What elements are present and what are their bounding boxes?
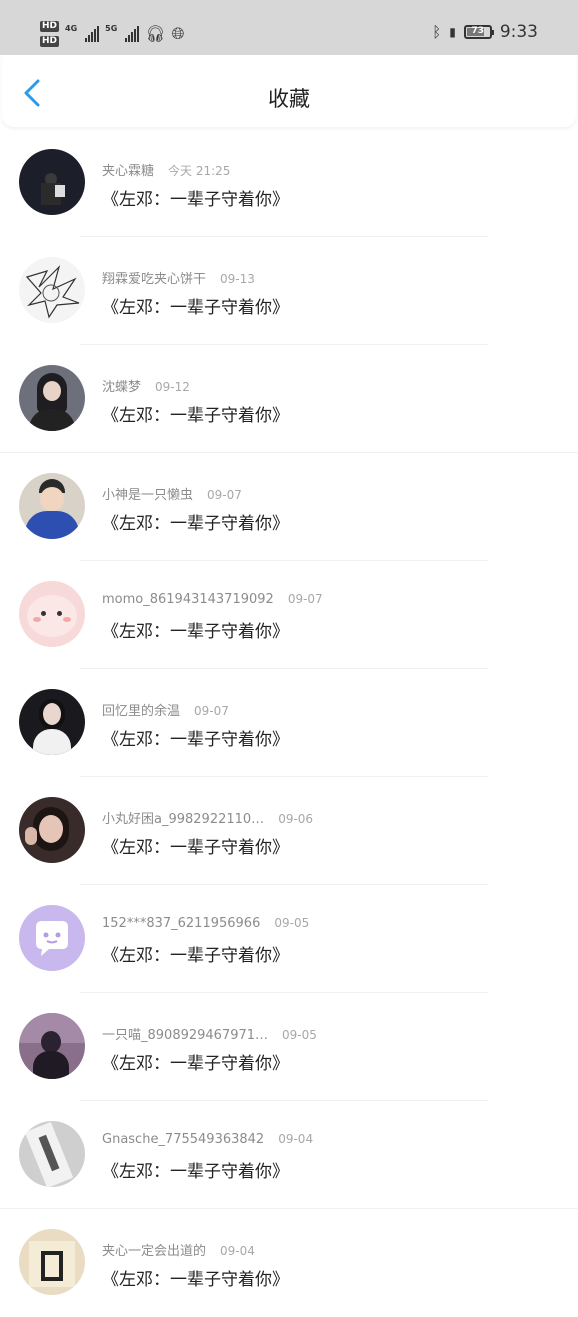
timestamp: 09-07	[194, 704, 229, 718]
timestamp: 09-07	[287, 592, 323, 606]
item-meta: 小丸好困a_9982922110… 09-06	[102, 808, 313, 827]
item-meta: 小神是一只懒虫 09-07	[102, 484, 242, 503]
avatar[interactable]	[19, 689, 85, 755]
item-meta: 夹心一定会出道的 09-04	[102, 1240, 255, 1259]
list-item[interactable]: 回忆里的余温 09-07 《左邓：一辈子守着你》	[0, 669, 578, 777]
list-item[interactable]: 小丸好困a_9982922110… 09-06 《左邓：一辈子守着你》	[0, 777, 578, 885]
avatar[interactable]	[19, 365, 85, 431]
item-title[interactable]: 《左邓：一辈子守着你》	[102, 725, 289, 750]
avatar[interactable]	[19, 905, 85, 971]
timestamp: 09-12	[155, 380, 190, 394]
status-bar: HD HD 4G 5G 🎧︎ 🌐︎ ᛒ ▮ 73 9:33	[0, 0, 578, 55]
item-title[interactable]: 《左邓：一辈子守着你》	[102, 833, 289, 858]
item-meta: 沈蝶梦 09-12	[102, 376, 190, 395]
timestamp: 09-05	[282, 1028, 317, 1042]
timestamp: 09-06	[278, 812, 314, 826]
avatar[interactable]	[19, 149, 85, 215]
username: 沈蝶梦	[102, 380, 142, 395]
username: 152***837_6211956966	[102, 916, 261, 931]
item-title[interactable]: 《左邓：一辈子守着你》	[102, 1049, 289, 1074]
item-meta: 152***837_6211956966 09-05	[102, 916, 309, 931]
bluetooth-icon: ᛒ	[432, 23, 442, 41]
list-item[interactable]: 沈蝶梦 09-12 《左邓：一辈子守着你》	[0, 345, 578, 453]
list-item[interactable]: 一只喵_8908929467971… 09-05 《左邓：一辈子守着你》	[0, 993, 578, 1101]
battery-saver-icon: ▮	[449, 25, 456, 39]
item-meta: momo_86194314371909​2 09-07	[102, 592, 323, 607]
battery-level: 73	[471, 26, 485, 36]
signal-icon	[85, 26, 100, 42]
username: 一只喵_8908929467971…	[102, 1028, 269, 1043]
item-title[interactable]: 《左邓：一辈子守着你》	[102, 185, 289, 210]
network-type: 5G	[105, 23, 118, 33]
status-left: HD HD 4G 5G 🎧︎ 🌐︎	[40, 16, 184, 52]
battery-icon: 73	[463, 25, 494, 39]
list-item[interactable]: 夹心霖糖 今天 21:25 《左邓：一辈子守着你》	[0, 129, 578, 237]
timestamp: 今天 21:25	[168, 164, 231, 178]
item-title[interactable]: 《左邓：一辈子守着你》	[102, 293, 289, 318]
list-item[interactable]: 152***837_6211956966 09-05 《左邓：一辈子守着你》	[0, 885, 578, 993]
item-title[interactable]: 《左邓：一辈子守着你》	[102, 401, 289, 426]
item-meta: 一只喵_8908929467971… 09-05	[102, 1024, 317, 1043]
list-item[interactable]: 翔霖爱吃夹心饼干 09-13 《左邓：一辈子守着你》	[0, 237, 578, 345]
username: Gnasche_775549363842	[102, 1132, 265, 1147]
username: momo_86194314371909​2	[102, 592, 274, 607]
favorites-list: 夹心霖糖 今天 21:25 《左邓：一辈子守着你》 翔霖爱吃夹心饼干 09-13 《…	[0, 129, 578, 1317]
timestamp: 09-05	[274, 916, 310, 930]
list-item[interactable]: 夹心一定会出道的 09-04 《左邓：一辈子守着你》	[0, 1209, 578, 1317]
globe-icon: 🌐︎	[171, 24, 185, 43]
page-title: 收藏	[268, 87, 310, 111]
signal-icon	[125, 26, 140, 42]
list-item[interactable]: 小神是一只懒虫 09-07 《左邓：一辈子守着你》	[0, 453, 578, 561]
item-title[interactable]: 《左邓：一辈子守着你》	[102, 1157, 289, 1182]
username: 小丸好困a_9982922110…	[102, 812, 265, 827]
avatar[interactable]	[19, 797, 85, 863]
timestamp: 09-07	[207, 488, 242, 502]
item-meta: 夹心霖糖 今天 21:25	[102, 160, 230, 179]
avatar[interactable]	[19, 257, 85, 323]
username: 小神是一只懒虫	[102, 488, 194, 503]
item-meta: 翔霖爱吃夹心饼干 09-13	[102, 268, 255, 287]
hd-indicators: HD HD	[40, 21, 60, 47]
hd-badge: HD	[40, 36, 60, 47]
avatar[interactable]	[19, 473, 85, 539]
item-meta: Gnasche_775549363842 09-04	[102, 1132, 313, 1147]
username: 翔霖爱吃夹心饼干	[102, 272, 207, 287]
status-right: ᛒ ▮ 73 9:33	[432, 22, 538, 42]
item-meta: 回忆里的余温 09-07	[102, 700, 229, 719]
timestamp: 09-04	[220, 1244, 255, 1258]
hd-badge: HD	[40, 21, 60, 32]
username: 夹心霖糖	[102, 164, 155, 179]
list-item[interactable]: Gnasche_775549363842 09-04 《左邓：一辈子守着你》	[0, 1101, 578, 1209]
app-header: 收藏	[2, 55, 576, 127]
chat-bubble-icon	[36, 921, 68, 956]
clock: 9:33	[499, 22, 538, 42]
avatar[interactable]	[19, 581, 85, 647]
item-title[interactable]: 《左邓：一辈子守着你》	[102, 509, 289, 534]
list-item[interactable]: momo_86194314371909​2 09-07 《左邓：一辈子守着你》	[0, 561, 578, 669]
item-title[interactable]: 《左邓：一辈子守着你》	[102, 941, 289, 966]
item-title[interactable]: 《左邓：一辈子守着你》	[102, 617, 289, 642]
username: 夹心一定会出道的	[102, 1244, 207, 1259]
network-type: 4G	[65, 23, 78, 33]
headphones-icon: 🎧︎	[145, 24, 166, 43]
avatar[interactable]	[19, 1121, 85, 1187]
timestamp: 09-04	[278, 1132, 314, 1146]
username: 回忆里的余温	[102, 704, 181, 719]
timestamp: 09-13	[220, 272, 255, 286]
avatar[interactable]	[19, 1229, 85, 1295]
avatar[interactable]	[19, 1013, 85, 1079]
item-title[interactable]: 《左邓：一辈子守着你》	[102, 1265, 289, 1290]
